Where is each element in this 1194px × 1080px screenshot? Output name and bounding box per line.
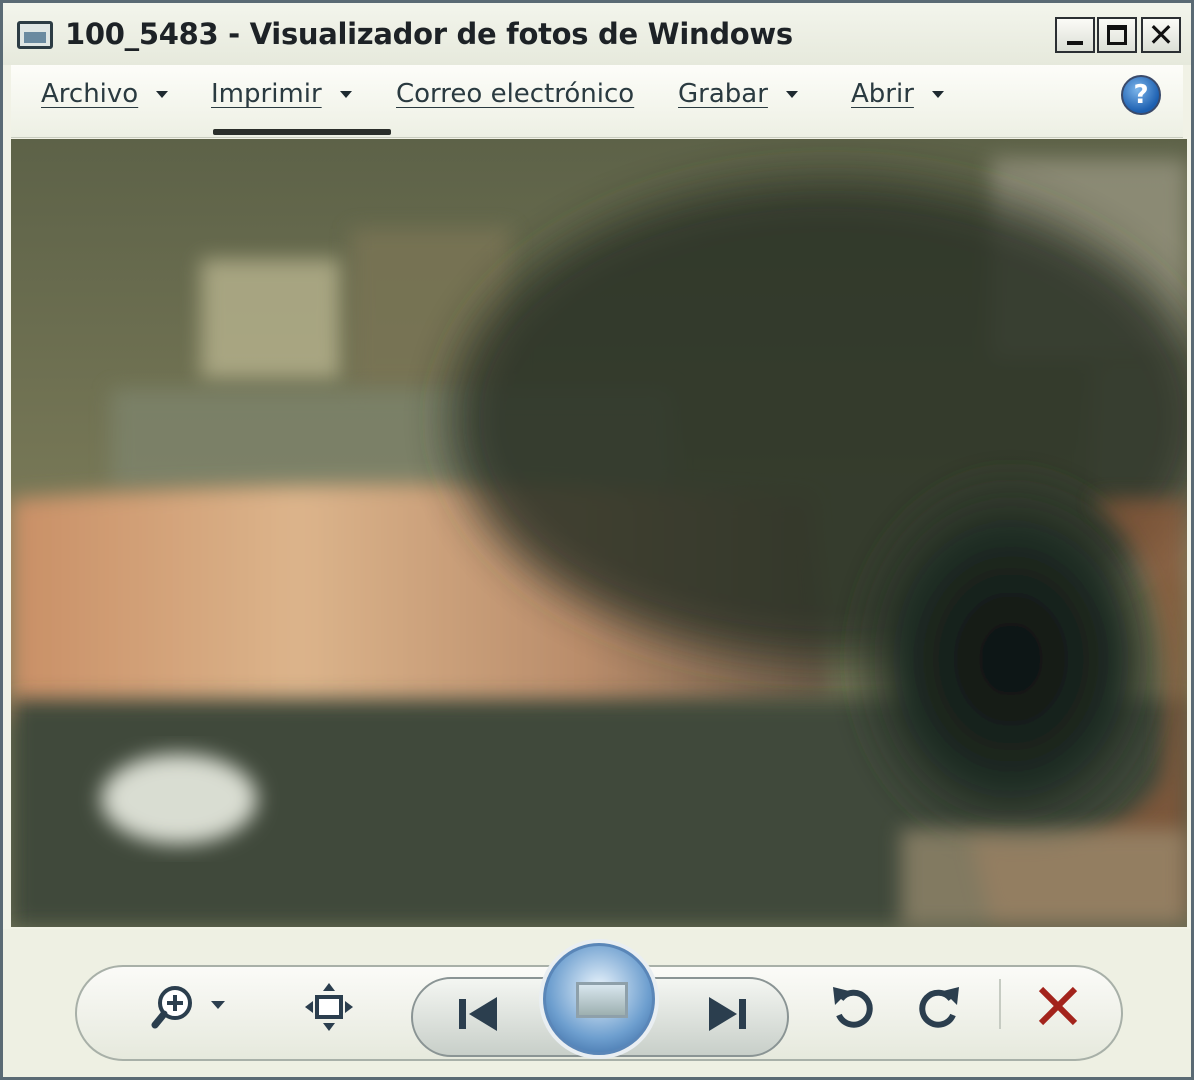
maximize-icon <box>1107 25 1127 45</box>
menu-imprimir[interactable]: Imprimir <box>211 79 352 109</box>
previous-icon <box>459 997 497 1031</box>
close-icon: ✕ <box>1147 16 1175 54</box>
rotate-clockwise-icon <box>919 987 959 1028</box>
zoom-button[interactable] <box>151 981 235 1037</box>
rotate-counterclockwise-button[interactable] <box>827 981 879 1037</box>
close-window-button[interactable]: ✕ <box>1141 17 1181 53</box>
photo-viewer-window: 100_5483 - Visualizador de fotos de Wind… <box>0 0 1194 1080</box>
next-icon <box>709 997 746 1031</box>
menu-bar: Archivo Imprimir Correo electrónico Grab… <box>11 65 1183 138</box>
menu-abrir[interactable]: Abrir <box>851 79 944 109</box>
previous-button[interactable] <box>451 989 507 1043</box>
delete-button[interactable] <box>1033 981 1083 1035</box>
menu-imprimir-label: Imprimir <box>211 79 322 109</box>
menu-abrir-label: Abrir <box>851 79 914 109</box>
help-icon: ? <box>1133 80 1149 110</box>
delete-icon <box>1038 986 1078 1026</box>
control-bar <box>3 929 1191 1077</box>
fit-window-button[interactable] <box>303 981 355 1037</box>
fit-window-icon <box>305 983 353 1031</box>
photo-image <box>11 139 1187 927</box>
minimize-button[interactable] <box>1055 17 1095 53</box>
next-button[interactable] <box>701 989 757 1043</box>
chevron-down-icon <box>931 91 944 98</box>
title-bar[interactable]: 100_5483 - Visualizador de fotos de Wind… <box>3 3 1191 65</box>
app-icon <box>17 21 53 49</box>
zoom-icon <box>151 986 225 1029</box>
maximize-button[interactable] <box>1097 17 1137 53</box>
chevron-down-icon <box>156 91 169 98</box>
slideshow-button[interactable] <box>543 943 655 1055</box>
rotate-counterclockwise-icon <box>833 987 873 1028</box>
menu-correo-label: Correo electrónico <box>396 79 635 109</box>
help-button[interactable]: ? <box>1121 75 1161 115</box>
chevron-down-icon <box>785 91 798 98</box>
window-title: 100_5483 - Visualizador de fotos de Wind… <box>65 17 793 51</box>
toolbar-separator <box>999 979 1001 1029</box>
menu-correo-electronico[interactable]: Correo electrónico <box>396 79 634 109</box>
menu-hover-indicator <box>213 129 391 135</box>
minimize-icon <box>1067 41 1083 45</box>
menu-grabar-label: Grabar <box>678 79 768 109</box>
menu-archivo[interactable]: Archivo <box>41 79 169 109</box>
rotate-clockwise-button[interactable] <box>913 981 965 1037</box>
photo-display[interactable] <box>11 139 1187 927</box>
menu-archivo-label: Archivo <box>41 79 139 109</box>
slideshow-icon <box>576 982 628 1018</box>
chevron-down-icon <box>339 91 352 98</box>
menu-grabar[interactable]: Grabar <box>678 79 798 109</box>
